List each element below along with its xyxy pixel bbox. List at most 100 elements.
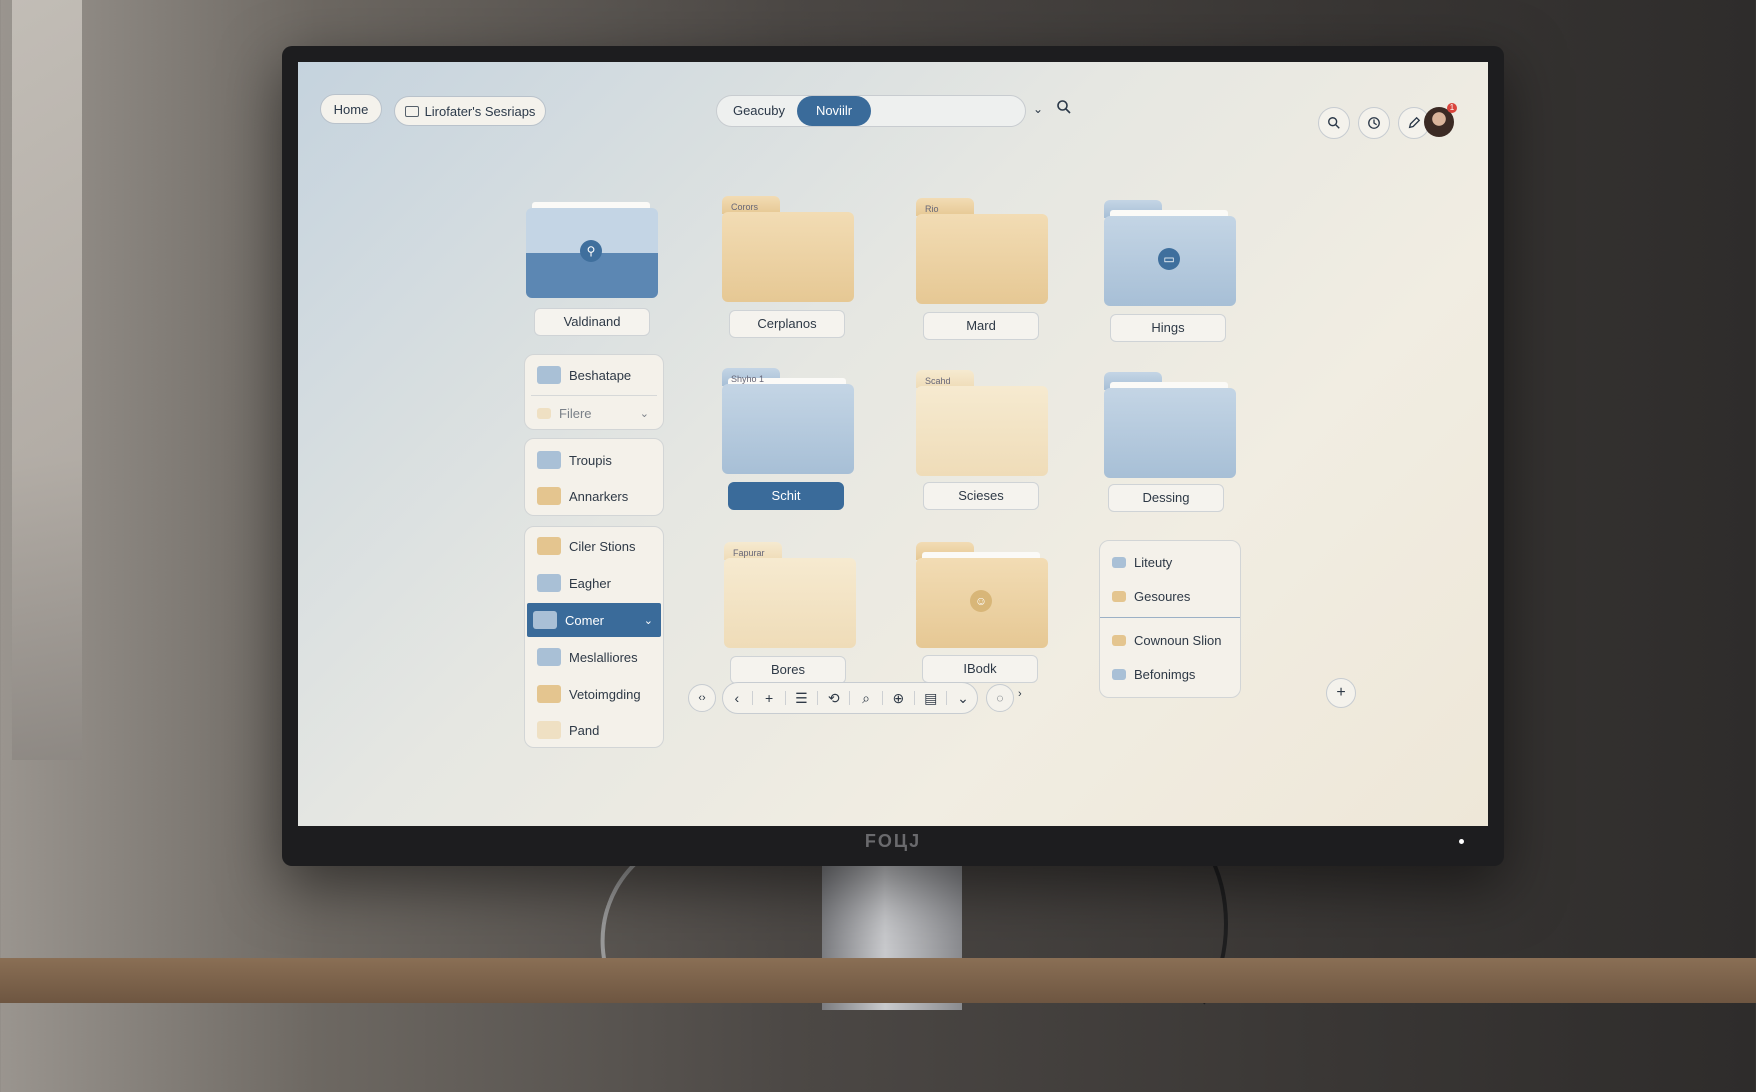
bottom-toolbar: ‹ + ☰ ⟲ ⌕ ⊕ ▤ ⌄ [722, 682, 978, 714]
sidebar-group: Ciler Stions Eagher Comer ⌄ Meslalliores… [524, 526, 664, 748]
folder-icon [1112, 668, 1126, 680]
home-button[interactable]: Home [320, 94, 382, 124]
folder-icon[interactable]: Corors [722, 196, 854, 302]
list-item-label: Gesoures [1134, 588, 1191, 604]
pin-icon: ⚲ [580, 240, 602, 262]
chevron-down-icon[interactable]: ⌄ [951, 686, 975, 710]
list-item[interactable]: Pand [531, 713, 657, 747]
list-item[interactable]: Eagher [531, 566, 657, 600]
list-item[interactable]: Cownoun Slion [1106, 623, 1234, 657]
list-item[interactable]: Gesoures [1106, 579, 1234, 613]
zoom-icon[interactable]: ⊕ [886, 686, 910, 710]
folder-icon[interactable]: ▭ [1104, 200, 1236, 306]
chevron-right-icon[interactable]: › [1018, 688, 1022, 700]
list-item-label: Eagher [569, 575, 611, 591]
breadcrumb[interactable]: Lirofater's Sesriaps [394, 96, 546, 126]
search-icon [1328, 117, 1340, 129]
list-item-label: Meslalliores [569, 649, 638, 665]
search-icon[interactable]: ⌕ [854, 686, 878, 710]
history-button[interactable] [1358, 107, 1390, 139]
list-item[interactable]: Meslalliores [531, 640, 657, 674]
search-icon[interactable] [1056, 99, 1072, 120]
folder-icon[interactable]: ☺ [916, 542, 1048, 648]
sidebar-group: Troupis Annarkers [524, 438, 664, 516]
add-button[interactable]: + [1326, 678, 1356, 708]
chevron-down-icon: ⌄ [639, 407, 649, 420]
badge-icon: ▭ [1158, 248, 1180, 270]
list-item[interactable]: Befonimgs [1106, 657, 1234, 691]
window-light [12, 0, 82, 760]
sidebar-group: Beshatape Filere ⌄ [524, 354, 664, 430]
folder-icon[interactable]: ⚲ [526, 192, 658, 298]
chevron-down-icon: ⌄ [643, 614, 653, 627]
list-item-label: Troupis [569, 452, 612, 468]
code-button[interactable]: ‹› [688, 684, 716, 712]
pencil-icon [1408, 116, 1421, 129]
code-icon: ‹› [698, 692, 706, 704]
folder-label[interactable]: Bores [730, 656, 846, 684]
folder-icon [537, 407, 551, 419]
segment-option-active[interactable]: Noviilr [797, 96, 871, 126]
list-item[interactable]: Vetoimgding [531, 677, 657, 711]
folder-icon[interactable]: Fapurar [724, 542, 856, 648]
folder-icon [537, 537, 561, 555]
folder-icon [537, 487, 561, 505]
list-item[interactable]: Troupis [531, 443, 657, 477]
list-icon[interactable]: ☰ [789, 686, 813, 710]
face-icon: ☺ [970, 590, 992, 612]
folder-label[interactable]: Dessing [1108, 484, 1224, 512]
plus-icon[interactable]: + [757, 686, 781, 710]
folder-icon[interactable] [1104, 372, 1236, 478]
folder-tag: Scahd [925, 376, 951, 386]
rotate-icon[interactable]: ⟲ [822, 686, 846, 710]
list-item[interactable]: Liteuty [1106, 545, 1234, 579]
folder-icon [1112, 556, 1126, 568]
list-item-label: Annarkers [569, 488, 629, 504]
plus-icon: + [1336, 684, 1346, 701]
screen: Home Lirofater's Sesriaps Geacuby Noviil… [298, 62, 1488, 826]
folder-icon [404, 105, 419, 117]
folder-label[interactable]: Cerplanos [729, 310, 845, 338]
list-item-label: Cownoun Slion [1134, 632, 1222, 648]
list-item-selected[interactable]: Comer ⌄ [527, 603, 661, 637]
folder-tag: Fapurar [733, 548, 765, 558]
folder-icon [1112, 590, 1126, 602]
monitor: FOЦJ Home Lirofater's Sesriaps Geacuby N… [282, 46, 1504, 866]
comment-icon: ◌ [996, 691, 1004, 705]
folder-icon [537, 721, 561, 739]
list-item-label: Pand [569, 722, 600, 738]
notification-badge: 1 [1447, 103, 1457, 113]
folder-icon [537, 648, 561, 666]
segment-option[interactable]: Geacuby [723, 96, 795, 126]
monitor-brand: FOЦJ [864, 831, 922, 851]
folder-label[interactable]: Scieses [923, 482, 1039, 510]
list-item-label: Befonimgs [1134, 666, 1196, 682]
folder-label-selected[interactable]: Schit [728, 482, 844, 510]
list-item[interactable]: Beshatape [531, 358, 657, 392]
folder-icon [537, 574, 561, 592]
list-item-label: Comer [565, 612, 605, 628]
folder-icon [537, 366, 561, 384]
folder-label[interactable]: IBodk [922, 655, 1038, 683]
search-button[interactable] [1318, 107, 1350, 139]
divider [1100, 617, 1240, 618]
list-item-label: Liteuty [1134, 554, 1173, 570]
folder-label[interactable]: Hings [1110, 314, 1226, 342]
document-icon[interactable]: ▤ [919, 686, 943, 710]
filter-dropdown[interactable]: Filere ⌄ [531, 395, 657, 430]
comment-button[interactable]: ◌ [986, 684, 1014, 712]
list-item[interactable]: Annarkers [531, 479, 657, 513]
folder-icon [537, 451, 561, 469]
back-icon[interactable]: ‹ [725, 686, 749, 710]
folder-icon[interactable]: Scahd [916, 370, 1048, 476]
home-label: Home [333, 101, 369, 117]
list-item-label: Filere [559, 405, 592, 421]
clock-icon [1368, 117, 1380, 129]
folder-label[interactable]: Mard [923, 312, 1039, 340]
folder-icon[interactable]: Rio [916, 198, 1048, 304]
right-panel: Liteuty Gesoures Cownoun Slion Befonimgs [1099, 540, 1241, 698]
folder-label[interactable]: Valdinand [534, 308, 650, 336]
folder-icon[interactable]: Shyho 1 [722, 368, 854, 474]
chevron-down-icon[interactable]: ⌄ [1033, 102, 1045, 116]
list-item[interactable]: Ciler Stions [531, 529, 657, 563]
